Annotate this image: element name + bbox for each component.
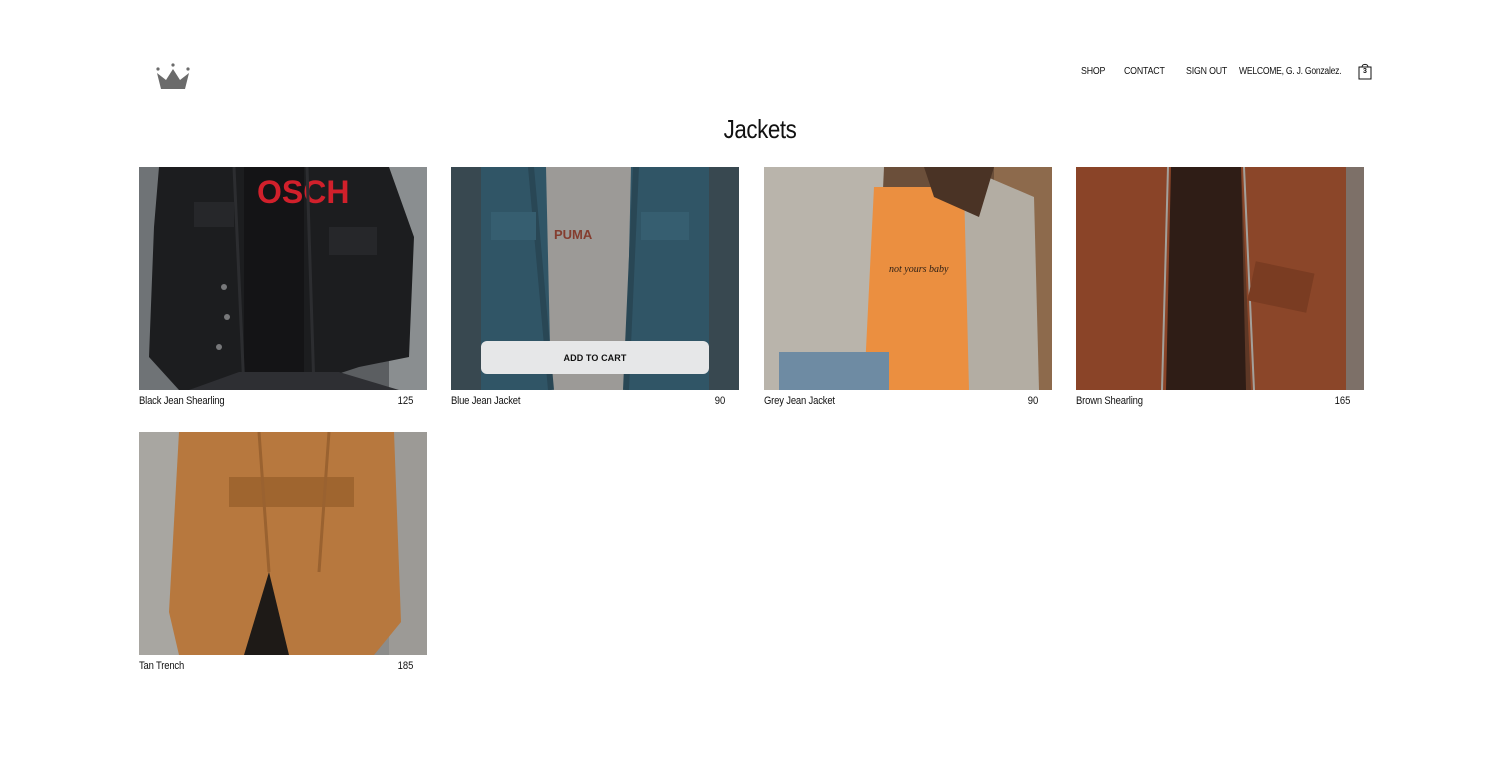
product-image-blue-jean-jacket[interactable]: PUMA ADD TO CART — [451, 167, 739, 390]
cart-count-badge: 3 — [1363, 68, 1367, 75]
product-price: 165 — [1334, 395, 1350, 407]
product-price: 90 — [714, 395, 725, 407]
product-card: PUMA ADD TO CART Blue Jean Jacket 90 — [451, 167, 739, 417]
site-header: SHOP CONTACT SIGN OUT WELCOME, G. J. Gon… — [0, 0, 1500, 110]
nav-sign-out-link[interactable]: SIGN OUT — [1186, 66, 1227, 77]
svg-text:not yours baby: not yours baby — [889, 264, 949, 275]
product-name[interactable]: Black Jean Shearling — [139, 395, 225, 407]
add-to-cart-button[interactable]: ADD TO CART — [481, 341, 709, 374]
shopping-bag-icon[interactable]: 3 — [1356, 62, 1374, 80]
product-image-grey-jean-jacket[interactable]: not yours baby — [764, 167, 1052, 390]
product-image-brown-shearling[interactable] — [1076, 167, 1364, 390]
nav-shop-link[interactable]: SHOP — [1081, 66, 1105, 77]
welcome-message: WELCOME, G. J. Gonzalez. — [1239, 65, 1342, 77]
nav-contact-link[interactable]: CONTACT — [1124, 66, 1165, 77]
page-title: Jackets — [723, 114, 797, 144]
product-card: Tan Trench 185 — [139, 432, 427, 682]
product-name[interactable]: Tan Trench — [139, 660, 184, 672]
product-name[interactable]: Grey Jean Jacket — [764, 395, 835, 407]
crown-icon[interactable] — [154, 62, 192, 92]
svg-text:OSCH: OSCH — [257, 174, 349, 210]
product-card: not yours baby Grey Jean Jacket 90 — [764, 167, 1052, 417]
product-price: 125 — [397, 395, 413, 407]
product-card: OSCH Black Jean Shearling 125 — [139, 167, 427, 417]
product-card: Brown Shearling 165 — [1076, 167, 1364, 417]
product-image-tan-trench[interactable] — [139, 432, 427, 655]
product-image-black-jean-shearling[interactable]: OSCH — [139, 167, 427, 390]
product-price: 185 — [397, 660, 413, 672]
product-price: 90 — [1027, 395, 1038, 407]
product-name[interactable]: Brown Shearling — [1076, 395, 1143, 407]
main-nav: SHOP CONTACT SIGN OUT WELCOME, G. J. Gon… — [1081, 62, 1374, 80]
product-name[interactable]: Blue Jean Jacket — [451, 395, 520, 407]
